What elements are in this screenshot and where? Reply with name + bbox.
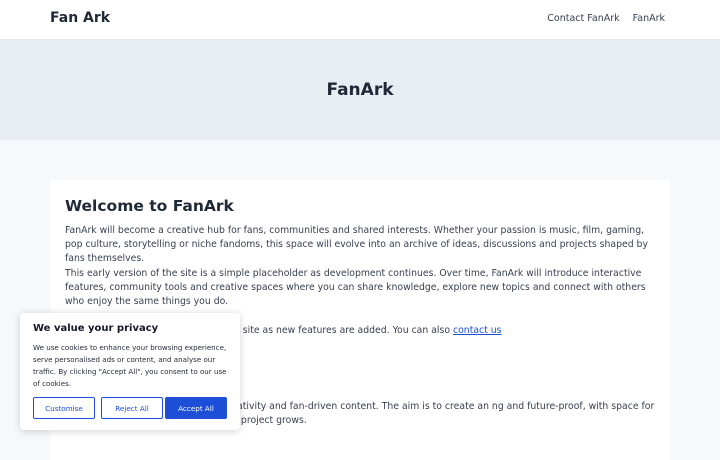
cookie-description: We use cookies to enhance your browsing … [33,343,227,388]
reject-all-button[interactable]: Reject All [101,397,163,419]
page-title: FanArk [326,80,394,100]
main-nav: Contact FanArk FanArk [537,13,665,24]
contact-us-link[interactable]: contact us [453,325,501,336]
nav-link-contact-fanark[interactable]: Contact FanArk [547,13,619,24]
welcome-heading: Welcome to FanArk [65,197,234,215]
cookie-consent-banner: We value your privacy We use cookies to … [20,313,240,430]
customise-button[interactable]: Customise [33,397,95,419]
site-logo-link[interactable]: Fan Ark [50,10,110,26]
accept-all-button[interactable]: Accept All [165,397,227,419]
early-version-paragraph: This early version of the site is a simp… [65,268,646,307]
cookie-title: We value your privacy [33,323,159,334]
nav-link-fanark[interactable]: FanArk [633,13,665,24]
intro-paragraph: FanArk will become a creative hub for fa… [65,225,648,264]
site-header: Fan Ark Contact FanArk FanArk [0,0,720,40]
hero-banner: FanArk [0,40,720,140]
